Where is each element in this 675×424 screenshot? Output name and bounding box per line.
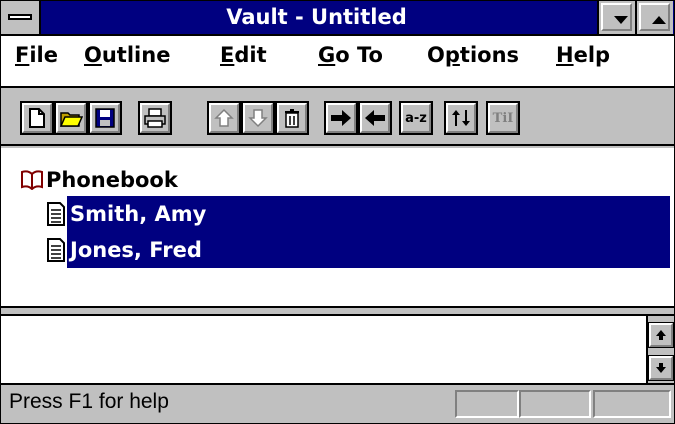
new-button[interactable] xyxy=(20,101,54,135)
outdent-button[interactable] xyxy=(358,101,392,135)
print-icon xyxy=(144,108,166,128)
scroll-down-arrow-icon xyxy=(656,363,666,373)
open-folder-icon xyxy=(59,112,83,127)
menu-options[interactable]: Options xyxy=(427,43,519,67)
window-title: Vault - Untitled xyxy=(226,5,407,29)
title-bar[interactable]: Vault - Untitled xyxy=(1,1,674,36)
save-button[interactable] xyxy=(88,101,122,135)
maximize-button[interactable] xyxy=(635,1,673,34)
document-icon xyxy=(47,238,65,262)
menu-file[interactable]: File xyxy=(15,43,58,67)
outdent-left-icon xyxy=(365,110,385,126)
outline-item[interactable]: Jones, Fred xyxy=(45,232,670,268)
move-updown-button[interactable] xyxy=(444,101,478,135)
maximize-arrow-icon xyxy=(652,16,666,24)
system-menu-icon xyxy=(8,14,32,20)
open-book-icon xyxy=(21,170,43,190)
scroll-up-button[interactable] xyxy=(648,322,674,348)
status-indicator xyxy=(519,390,591,418)
outline-item-label: Jones, Fred xyxy=(70,238,202,262)
toolbar: a-z TiI xyxy=(1,88,674,146)
format-label: TiI xyxy=(492,110,514,126)
sort-az-label: a-z xyxy=(405,110,427,126)
open-button[interactable] xyxy=(54,101,88,135)
status-text: Press F1 for help xyxy=(9,390,169,413)
print-button[interactable] xyxy=(138,101,172,135)
new-document-icon xyxy=(29,108,45,128)
move-down-button[interactable] xyxy=(241,101,275,135)
indent-button[interactable] xyxy=(324,101,358,135)
scroll-down-button[interactable] xyxy=(648,355,674,381)
notes-pane[interactable] xyxy=(1,316,674,385)
outline-root[interactable]: Phonebook xyxy=(21,162,181,198)
move-updown-icon xyxy=(452,110,470,126)
minimize-button[interactable] xyxy=(597,1,635,34)
delete-button[interactable] xyxy=(275,101,309,135)
menu-edit[interactable]: Edit xyxy=(220,43,267,67)
scroll-up-arrow-icon xyxy=(656,330,666,340)
menu-goto[interactable]: Go To xyxy=(318,43,383,67)
save-disk-icon xyxy=(95,108,115,128)
menu-bar: File Outline Edit Go To Options Help xyxy=(1,36,674,88)
status-bar: Press F1 for help xyxy=(1,385,674,423)
move-up-icon xyxy=(214,108,234,127)
menu-help[interactable]: Help xyxy=(556,43,610,67)
app-window: Vault - Untitled File Outline Edit Go To… xyxy=(0,0,675,424)
document-icon xyxy=(47,202,65,226)
format-button[interactable]: TiI xyxy=(486,101,520,135)
status-indicator xyxy=(593,390,671,418)
outline-item[interactable]: Smith, Amy xyxy=(45,196,670,232)
outline-item-label: Smith, Amy xyxy=(70,202,207,226)
menu-outline[interactable]: Outline xyxy=(84,43,170,67)
pane-splitter[interactable] xyxy=(1,308,674,316)
outline-pane[interactable]: Phonebook Smith, Amy Jones, Fred xyxy=(1,148,674,308)
system-menu-button[interactable] xyxy=(1,1,41,34)
move-down-icon xyxy=(248,109,268,128)
move-up-button[interactable] xyxy=(207,101,241,135)
outline-root-label: Phonebook xyxy=(46,168,178,192)
vertical-scrollbar[interactable] xyxy=(646,316,674,383)
sort-button[interactable]: a-z xyxy=(399,101,433,135)
indent-right-icon xyxy=(331,110,351,126)
minimize-arrow-icon xyxy=(614,16,628,24)
status-indicator xyxy=(455,390,519,418)
delete-trash-icon xyxy=(285,109,299,128)
